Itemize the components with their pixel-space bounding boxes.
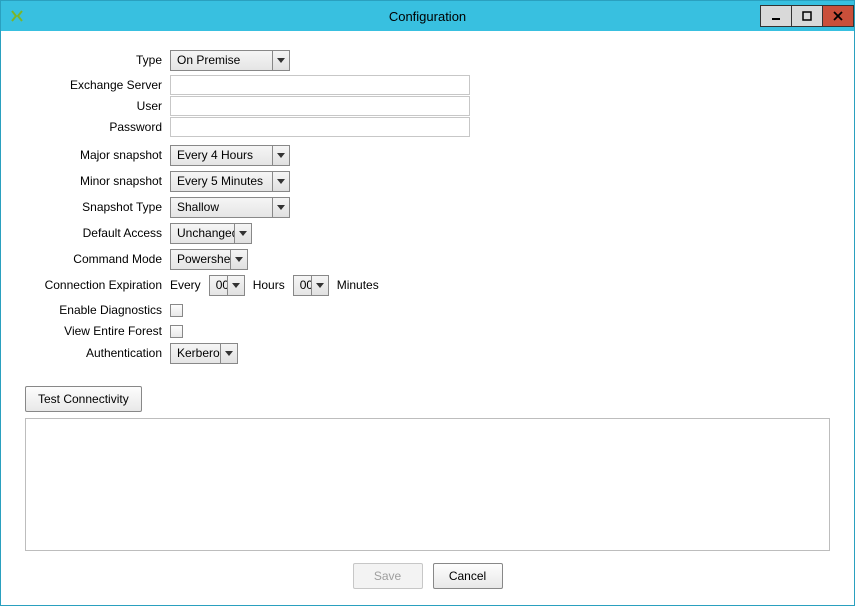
window-controls bbox=[761, 5, 854, 27]
chevron-down-icon bbox=[272, 50, 290, 71]
view-entire-forest-label: View Entire Forest bbox=[25, 324, 170, 338]
default-access-value: Unchanged bbox=[170, 223, 234, 244]
major-snapshot-label: Major snapshot bbox=[25, 148, 170, 162]
expiration-minutes-value: 00 bbox=[293, 275, 311, 296]
default-access-dropdown[interactable]: Unchanged bbox=[170, 223, 252, 244]
snapshot-type-value: Shallow bbox=[170, 197, 272, 218]
chevron-down-icon bbox=[311, 275, 329, 296]
maximize-button[interactable] bbox=[791, 5, 823, 27]
major-snapshot-value: Every 4 Hours bbox=[170, 145, 272, 166]
save-button[interactable]: Save bbox=[353, 563, 423, 589]
minimize-button[interactable] bbox=[760, 5, 792, 27]
default-access-label: Default Access bbox=[25, 226, 170, 240]
authentication-label: Authentication bbox=[25, 346, 170, 360]
chevron-down-icon bbox=[230, 249, 248, 270]
footer-buttons: Save Cancel bbox=[25, 551, 830, 595]
connection-expiration-label: Connection Expiration bbox=[25, 278, 170, 292]
app-icon bbox=[9, 8, 25, 24]
configuration-window: Configuration Type On Premise Exchange S… bbox=[0, 0, 855, 606]
user-input[interactable] bbox=[170, 96, 470, 116]
expiration-hours-value: 00 bbox=[209, 275, 227, 296]
exchange-server-input[interactable] bbox=[170, 75, 470, 95]
type-label: Type bbox=[25, 53, 170, 67]
password-label: Password bbox=[25, 120, 170, 134]
titlebar: Configuration bbox=[1, 1, 854, 31]
command-mode-dropdown[interactable]: Powershell bbox=[170, 249, 248, 270]
expiration-hours-dropdown[interactable]: 00 bbox=[209, 275, 245, 296]
chevron-down-icon bbox=[272, 171, 290, 192]
content-area: Type On Premise Exchange Server User Pas… bbox=[1, 31, 854, 605]
test-connectivity-button[interactable]: Test Connectivity bbox=[25, 386, 142, 412]
chevron-down-icon bbox=[272, 197, 290, 218]
chevron-down-icon bbox=[227, 275, 245, 296]
snapshot-type-label: Snapshot Type bbox=[25, 200, 170, 214]
command-mode-value: Powershell bbox=[170, 249, 230, 270]
minor-snapshot-value: Every 5 Minutes bbox=[170, 171, 272, 192]
minor-snapshot-label: Minor snapshot bbox=[25, 174, 170, 188]
output-log[interactable] bbox=[25, 418, 830, 551]
major-snapshot-dropdown[interactable]: Every 4 Hours bbox=[170, 145, 290, 166]
chevron-down-icon bbox=[272, 145, 290, 166]
user-label: User bbox=[25, 99, 170, 113]
authentication-value: Kerberos bbox=[170, 343, 220, 364]
expiration-minutes-dropdown[interactable]: 00 bbox=[293, 275, 329, 296]
authentication-dropdown[interactable]: Kerberos bbox=[170, 343, 238, 364]
snapshot-type-dropdown[interactable]: Shallow bbox=[170, 197, 290, 218]
window-title: Configuration bbox=[1, 9, 854, 24]
close-button[interactable] bbox=[822, 5, 854, 27]
view-entire-forest-checkbox[interactable] bbox=[170, 325, 183, 338]
chevron-down-icon bbox=[220, 343, 238, 364]
enable-diagnostics-checkbox[interactable] bbox=[170, 304, 183, 317]
exchange-server-label: Exchange Server bbox=[25, 78, 170, 92]
enable-diagnostics-label: Enable Diagnostics bbox=[25, 303, 170, 317]
password-input[interactable] bbox=[170, 117, 470, 137]
every-label: Every bbox=[170, 278, 201, 292]
minor-snapshot-dropdown[interactable]: Every 5 Minutes bbox=[170, 171, 290, 192]
chevron-down-icon bbox=[234, 223, 252, 244]
cancel-button[interactable]: Cancel bbox=[433, 563, 503, 589]
type-dropdown[interactable]: On Premise bbox=[170, 50, 290, 71]
minutes-label: Minutes bbox=[337, 278, 379, 292]
hours-label: Hours bbox=[253, 278, 285, 292]
command-mode-label: Command Mode bbox=[25, 252, 170, 266]
type-value: On Premise bbox=[170, 50, 272, 71]
